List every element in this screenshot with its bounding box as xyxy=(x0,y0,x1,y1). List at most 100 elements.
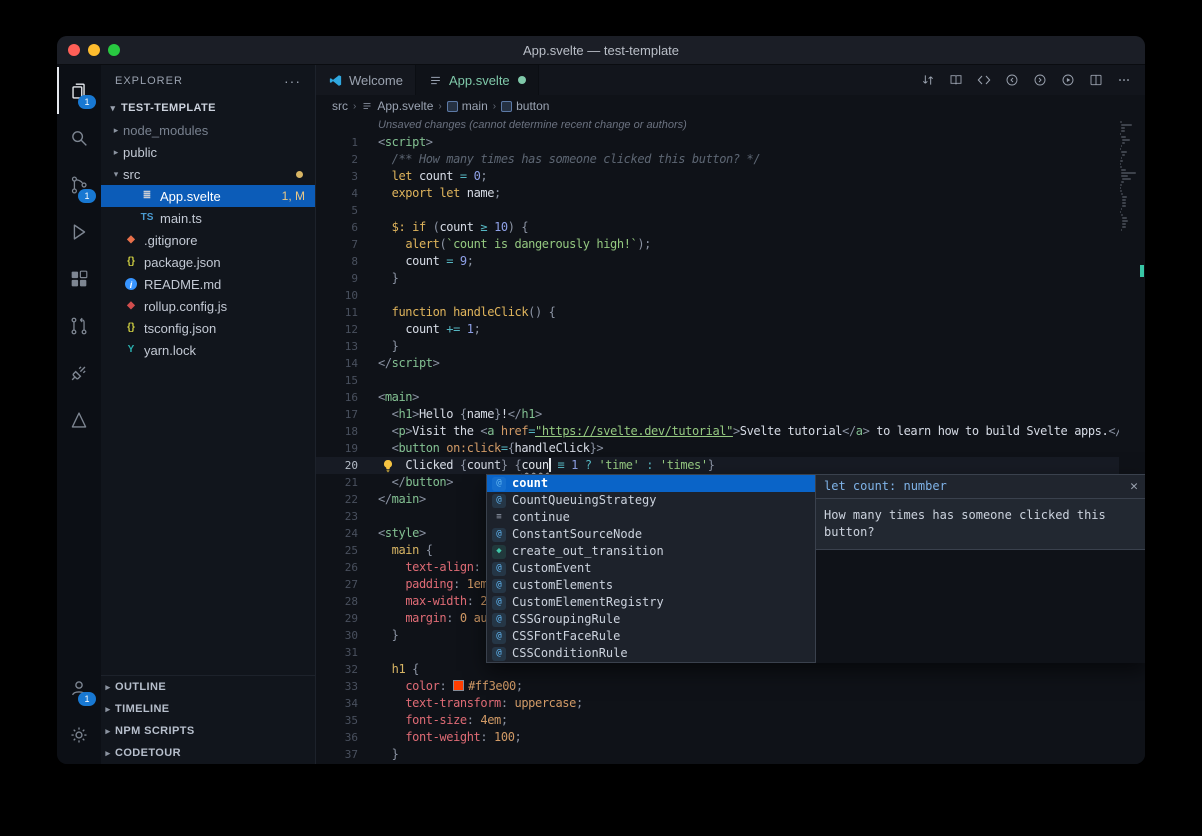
line-number[interactable]: 30 xyxy=(316,627,358,644)
line-content[interactable]: } xyxy=(378,270,1145,287)
line-number[interactable]: 26 xyxy=(316,559,358,576)
minimap[interactable] xyxy=(1119,117,1139,764)
line-number[interactable]: 32 xyxy=(316,661,358,678)
line-number[interactable]: 27 xyxy=(316,576,358,593)
line-content[interactable]: <button on:click={handleClick}> xyxy=(378,440,1145,457)
open-preview-icon[interactable] xyxy=(943,67,969,93)
tab-welcome[interactable]: Welcome xyxy=(316,65,416,95)
code-line[interactable]: 37 } xyxy=(316,746,1145,763)
go-back-icon[interactable] xyxy=(999,67,1025,93)
more-actions-icon[interactable]: ··· xyxy=(284,73,301,89)
line-number[interactable]: 35 xyxy=(316,712,358,729)
line-number[interactable]: 28 xyxy=(316,593,358,610)
line-content[interactable]: $: if (count ≥ 10) { xyxy=(378,219,1145,236)
line-number[interactable]: 13 xyxy=(316,338,358,355)
line-content[interactable]: function handleClick() { xyxy=(378,304,1145,321)
tree-item-app-svelte[interactable]: ≣App.svelte1, M xyxy=(101,185,315,207)
line-number[interactable]: 11 xyxy=(316,304,358,321)
line-content[interactable]: } xyxy=(378,338,1145,355)
line-content[interactable] xyxy=(378,372,1145,389)
code-line[interactable]: 2 /** How many times has someone clicked… xyxy=(316,151,1145,168)
activity-remote-explorer-button[interactable] xyxy=(57,349,101,396)
code-line[interactable]: 35 font-size: 4em; xyxy=(316,712,1145,729)
line-content[interactable]: font-weight: 100; xyxy=(378,729,1145,746)
breadcrumb-item-app-svelte[interactable]: App.svelte xyxy=(361,99,433,113)
line-number[interactable]: 7 xyxy=(316,236,358,253)
tree-item-readme-md[interactable]: iREADME.md xyxy=(101,273,315,295)
overview-ruler[interactable] xyxy=(1139,117,1145,764)
line-number[interactable]: 9 xyxy=(316,270,358,287)
line-number[interactable]: 8 xyxy=(316,253,358,270)
breadcrumb-item-button[interactable]: button xyxy=(501,99,549,113)
line-number[interactable]: 18 xyxy=(316,423,358,440)
line-number[interactable]: 15 xyxy=(316,372,358,389)
line-number[interactable]: 5 xyxy=(316,202,358,219)
line-number[interactable]: 34 xyxy=(316,695,358,712)
code-line[interactable]: 16<main> xyxy=(316,389,1145,406)
code-line[interactable]: 6 $: if (count ≥ 10) { xyxy=(316,219,1145,236)
line-content[interactable]: /** How many times has someone clicked t… xyxy=(378,151,1145,168)
tree-item-main-ts[interactable]: TSmain.ts xyxy=(101,207,315,229)
code-line[interactable]: 15 xyxy=(316,372,1145,389)
tree-item-gitignore[interactable]: ◆.gitignore xyxy=(101,229,315,251)
line-content[interactable]: font-size: 4em; xyxy=(378,712,1145,729)
suggest-item-cssconditionrule[interactable]: @CSSConditionRule xyxy=(487,645,815,662)
line-content[interactable]: count += 1; xyxy=(378,321,1145,338)
panel-header-outline[interactable]: ▸OUTLINE xyxy=(101,676,315,698)
breadcrumb-item-main[interactable]: main xyxy=(447,99,488,113)
line-content[interactable]: export let name; xyxy=(378,185,1145,202)
line-number[interactable]: 36 xyxy=(316,729,358,746)
code-line[interactable]: 19 <button on:click={handleClick}> xyxy=(316,440,1145,457)
tree-item-tsconfig-json[interactable]: {}tsconfig.json xyxy=(101,317,315,339)
line-number[interactable]: 19 xyxy=(316,440,358,457)
suggest-item-cssfontfacerule[interactable]: @CSSFontFaceRule xyxy=(487,628,815,645)
line-content[interactable]: <main> xyxy=(378,389,1145,406)
code-line[interactable]: 33 color: #ff3e00; xyxy=(316,678,1145,695)
line-content[interactable]: count = 9; xyxy=(378,253,1145,270)
code-line[interactable]: 20 Clicked {count} {coun ≡ 1 ? 'time' : … xyxy=(316,457,1145,474)
show-source-icon[interactable] xyxy=(971,67,997,93)
line-content[interactable]: Clicked {count} {coun ≡ 1 ? 'time' : 'ti… xyxy=(378,457,1145,474)
line-number[interactable]: 20 xyxy=(316,457,358,474)
line-content[interactable]: h1 { xyxy=(378,661,1145,678)
line-content[interactable]: let count = 0; xyxy=(378,168,1145,185)
code-line[interactable]: 9 } xyxy=(316,270,1145,287)
line-number[interactable]: 17 xyxy=(316,406,358,423)
tree-item-node-modules[interactable]: ▸node_modules xyxy=(101,119,315,141)
suggest-item-continue[interactable]: ≡continue xyxy=(487,509,815,526)
suggest-item-count[interactable]: @count xyxy=(487,475,815,492)
line-content[interactable]: </script> xyxy=(378,355,1145,372)
tab-app-svelte[interactable]: App.svelte xyxy=(416,65,539,95)
line-number[interactable]: 24 xyxy=(316,525,358,542)
line-content[interactable] xyxy=(378,287,1145,304)
code-line[interactable]: 17 <h1>Hello {name}!</h1> xyxy=(316,406,1145,423)
code-line[interactable]: 5 xyxy=(316,202,1145,219)
line-number[interactable]: 29 xyxy=(316,610,358,627)
panel-header-npm-scripts[interactable]: ▸NPM SCRIPTS xyxy=(101,720,315,742)
open-changes-icon[interactable] xyxy=(915,67,941,93)
line-number[interactable]: 12 xyxy=(316,321,358,338)
line-content[interactable]: text-transform: uppercase; xyxy=(378,695,1145,712)
lightbulb-icon[interactable] xyxy=(380,458,396,474)
line-content[interactable]: <h1>Hello {name}!</h1> xyxy=(378,406,1145,423)
tree-item-yarn-lock[interactable]: Yyarn.lock xyxy=(101,339,315,361)
go-forward-icon[interactable] xyxy=(1027,67,1053,93)
code-line[interactable]: 18 <p>Visit the <a href="https://svelte.… xyxy=(316,423,1145,440)
code-line[interactable]: 11 function handleClick() { xyxy=(316,304,1145,321)
zoom-window-button[interactable] xyxy=(108,44,120,56)
activity-search-button[interactable] xyxy=(57,114,101,161)
line-number[interactable]: 37 xyxy=(316,746,358,763)
code-line[interactable]: 3 let count = 0; xyxy=(316,168,1145,185)
line-number[interactable]: 33 xyxy=(316,678,358,695)
activity-github-pull-requests-button[interactable] xyxy=(57,302,101,349)
tree-item-package-json[interactable]: {}package.json xyxy=(101,251,315,273)
suggest-item-create-out-transition[interactable]: ◆create_out_transition xyxy=(487,543,815,560)
line-number[interactable]: 1 xyxy=(316,134,358,151)
panel-header-timeline[interactable]: ▸TIMELINE xyxy=(101,698,315,720)
line-number[interactable]: 3 xyxy=(316,168,358,185)
suggest-item-countqueuingstrategy[interactable]: @CountQueuingStrategy xyxy=(487,492,815,509)
line-content[interactable]: } xyxy=(378,746,1145,763)
code-line[interactable]: 32 h1 { xyxy=(316,661,1145,678)
tree-item-src[interactable]: ▾src xyxy=(101,163,315,185)
line-number[interactable]: 23 xyxy=(316,508,358,525)
